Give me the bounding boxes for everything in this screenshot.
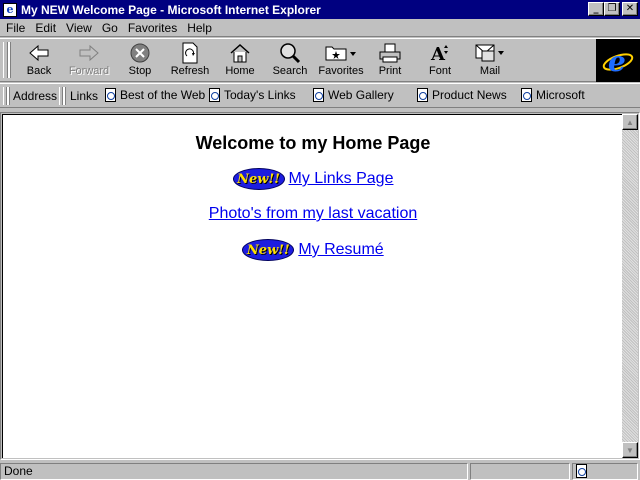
font-size-icon: A bbox=[427, 41, 453, 65]
link-label: Microsoft bbox=[536, 88, 585, 102]
scroll-down-button[interactable]: ▼ bbox=[622, 442, 638, 458]
mail-button[interactable]: Mail bbox=[465, 41, 515, 81]
link-best-of-the-web[interactable]: Best of the Web bbox=[105, 88, 205, 102]
print-button[interactable]: Print bbox=[365, 41, 415, 81]
font-button[interactable]: A Font bbox=[415, 41, 465, 81]
mail-label: Mail bbox=[479, 65, 501, 77]
ie-logo-icon[interactable]: e bbox=[596, 39, 640, 82]
ie-app-icon[interactable]: e bbox=[3, 2, 17, 17]
favorites-button[interactable]: Favorites bbox=[315, 41, 367, 81]
forward-arrow-icon bbox=[76, 41, 102, 65]
refresh-button[interactable]: Refresh bbox=[165, 41, 215, 81]
menu-file[interactable]: File bbox=[1, 21, 30, 35]
page-content: Welcome to my Home Page New!! My Links P… bbox=[2, 114, 622, 458]
links-label[interactable]: Links bbox=[70, 89, 98, 103]
link-product-news[interactable]: Product News bbox=[417, 88, 507, 102]
back-arrow-icon bbox=[26, 41, 52, 65]
search-icon bbox=[277, 41, 303, 65]
new-badge: New!! bbox=[242, 239, 295, 261]
link-microsoft[interactable]: Microsoft bbox=[521, 88, 585, 102]
stop-label: Stop bbox=[128, 65, 152, 77]
status-progress-pane bbox=[470, 463, 570, 480]
web-page-icon bbox=[313, 88, 324, 102]
links-bar: Address Links Best of the Web Today's Li… bbox=[0, 83, 640, 108]
standard-toolbar: Back Forward Stop Refresh Home Search Fa… bbox=[0, 38, 640, 82]
refresh-icon bbox=[177, 41, 203, 65]
home-label: Home bbox=[225, 65, 255, 77]
web-page-icon bbox=[521, 88, 532, 102]
favorites-folder-icon bbox=[323, 41, 359, 65]
toolbar-grip[interactable] bbox=[3, 42, 8, 78]
new-badge: New!! bbox=[232, 168, 285, 190]
link-label: Product News bbox=[432, 88, 507, 102]
mail-icon bbox=[474, 41, 506, 65]
links-bar-grip[interactable] bbox=[59, 87, 63, 105]
home-button[interactable]: Home bbox=[215, 41, 265, 81]
link-label: Web Gallery bbox=[328, 88, 394, 102]
forward-label: Forward bbox=[68, 65, 110, 77]
browser-viewport: Welcome to my Home Page New!! My Links P… bbox=[0, 112, 640, 460]
links-page-row: New!! My Links Page bbox=[3, 168, 623, 190]
window-title: My NEW Welcome Page - Microsoft Internet… bbox=[21, 2, 321, 17]
link-todays-links[interactable]: Today's Links bbox=[209, 88, 296, 102]
print-label: Print bbox=[378, 65, 402, 77]
svg-text:e: e bbox=[608, 45, 626, 78]
close-button[interactable]: ✕ bbox=[622, 2, 638, 16]
home-icon bbox=[227, 41, 253, 65]
printer-icon bbox=[377, 41, 403, 65]
search-label: Search bbox=[272, 65, 308, 77]
address-bar-grip[interactable] bbox=[3, 87, 7, 105]
menu-favorites[interactable]: Favorites bbox=[123, 21, 182, 35]
refresh-label: Refresh bbox=[170, 65, 210, 77]
back-button[interactable]: Back bbox=[14, 41, 64, 81]
resume-row: New!! My Resumé bbox=[3, 239, 623, 261]
link-web-gallery[interactable]: Web Gallery bbox=[313, 88, 394, 102]
menu-edit[interactable]: Edit bbox=[30, 21, 61, 35]
vacation-photos-row: Photo's from my last vacation bbox=[3, 205, 623, 223]
web-page-icon bbox=[105, 88, 116, 102]
status-bar: Done bbox=[0, 461, 640, 480]
menu-view[interactable]: View bbox=[61, 21, 97, 35]
favorites-label: Favorites bbox=[318, 65, 364, 77]
forward-button[interactable]: Forward bbox=[64, 41, 114, 81]
web-page-icon bbox=[417, 88, 428, 102]
address-label[interactable]: Address bbox=[13, 89, 57, 103]
search-button[interactable]: Search bbox=[265, 41, 315, 81]
scroll-up-button[interactable]: ▲ bbox=[622, 114, 638, 130]
vertical-scrollbar[interactable]: ▲ ▼ bbox=[622, 114, 638, 458]
my-resume-link[interactable]: My Resumé bbox=[298, 241, 383, 259]
svg-text:A: A bbox=[430, 44, 446, 64]
page-heading: Welcome to my Home Page bbox=[195, 133, 431, 153]
link-label: Today's Links bbox=[224, 88, 296, 102]
font-label: Font bbox=[428, 65, 451, 77]
web-page-icon bbox=[209, 88, 220, 102]
zone-icon bbox=[576, 464, 587, 478]
back-label: Back bbox=[26, 65, 52, 77]
status-zone-pane bbox=[572, 463, 638, 480]
status-text: Done bbox=[0, 463, 468, 480]
stop-button[interactable]: Stop bbox=[115, 41, 165, 81]
menu-help[interactable]: Help bbox=[182, 21, 217, 35]
restore-button[interactable]: ❐ bbox=[604, 2, 620, 16]
vacation-photos-link[interactable]: Photo's from my last vacation bbox=[209, 205, 417, 223]
title-bar[interactable]: e My NEW Welcome Page - Microsoft Intern… bbox=[0, 0, 640, 19]
menu-bar: File Edit View Go Favorites Help bbox=[0, 19, 640, 37]
link-label: Best of the Web bbox=[120, 88, 206, 102]
menu-go[interactable]: Go bbox=[97, 21, 123, 35]
my-links-page-link[interactable]: My Links Page bbox=[289, 170, 394, 188]
stop-icon bbox=[127, 41, 153, 65]
minimize-button[interactable]: _ bbox=[588, 2, 604, 16]
